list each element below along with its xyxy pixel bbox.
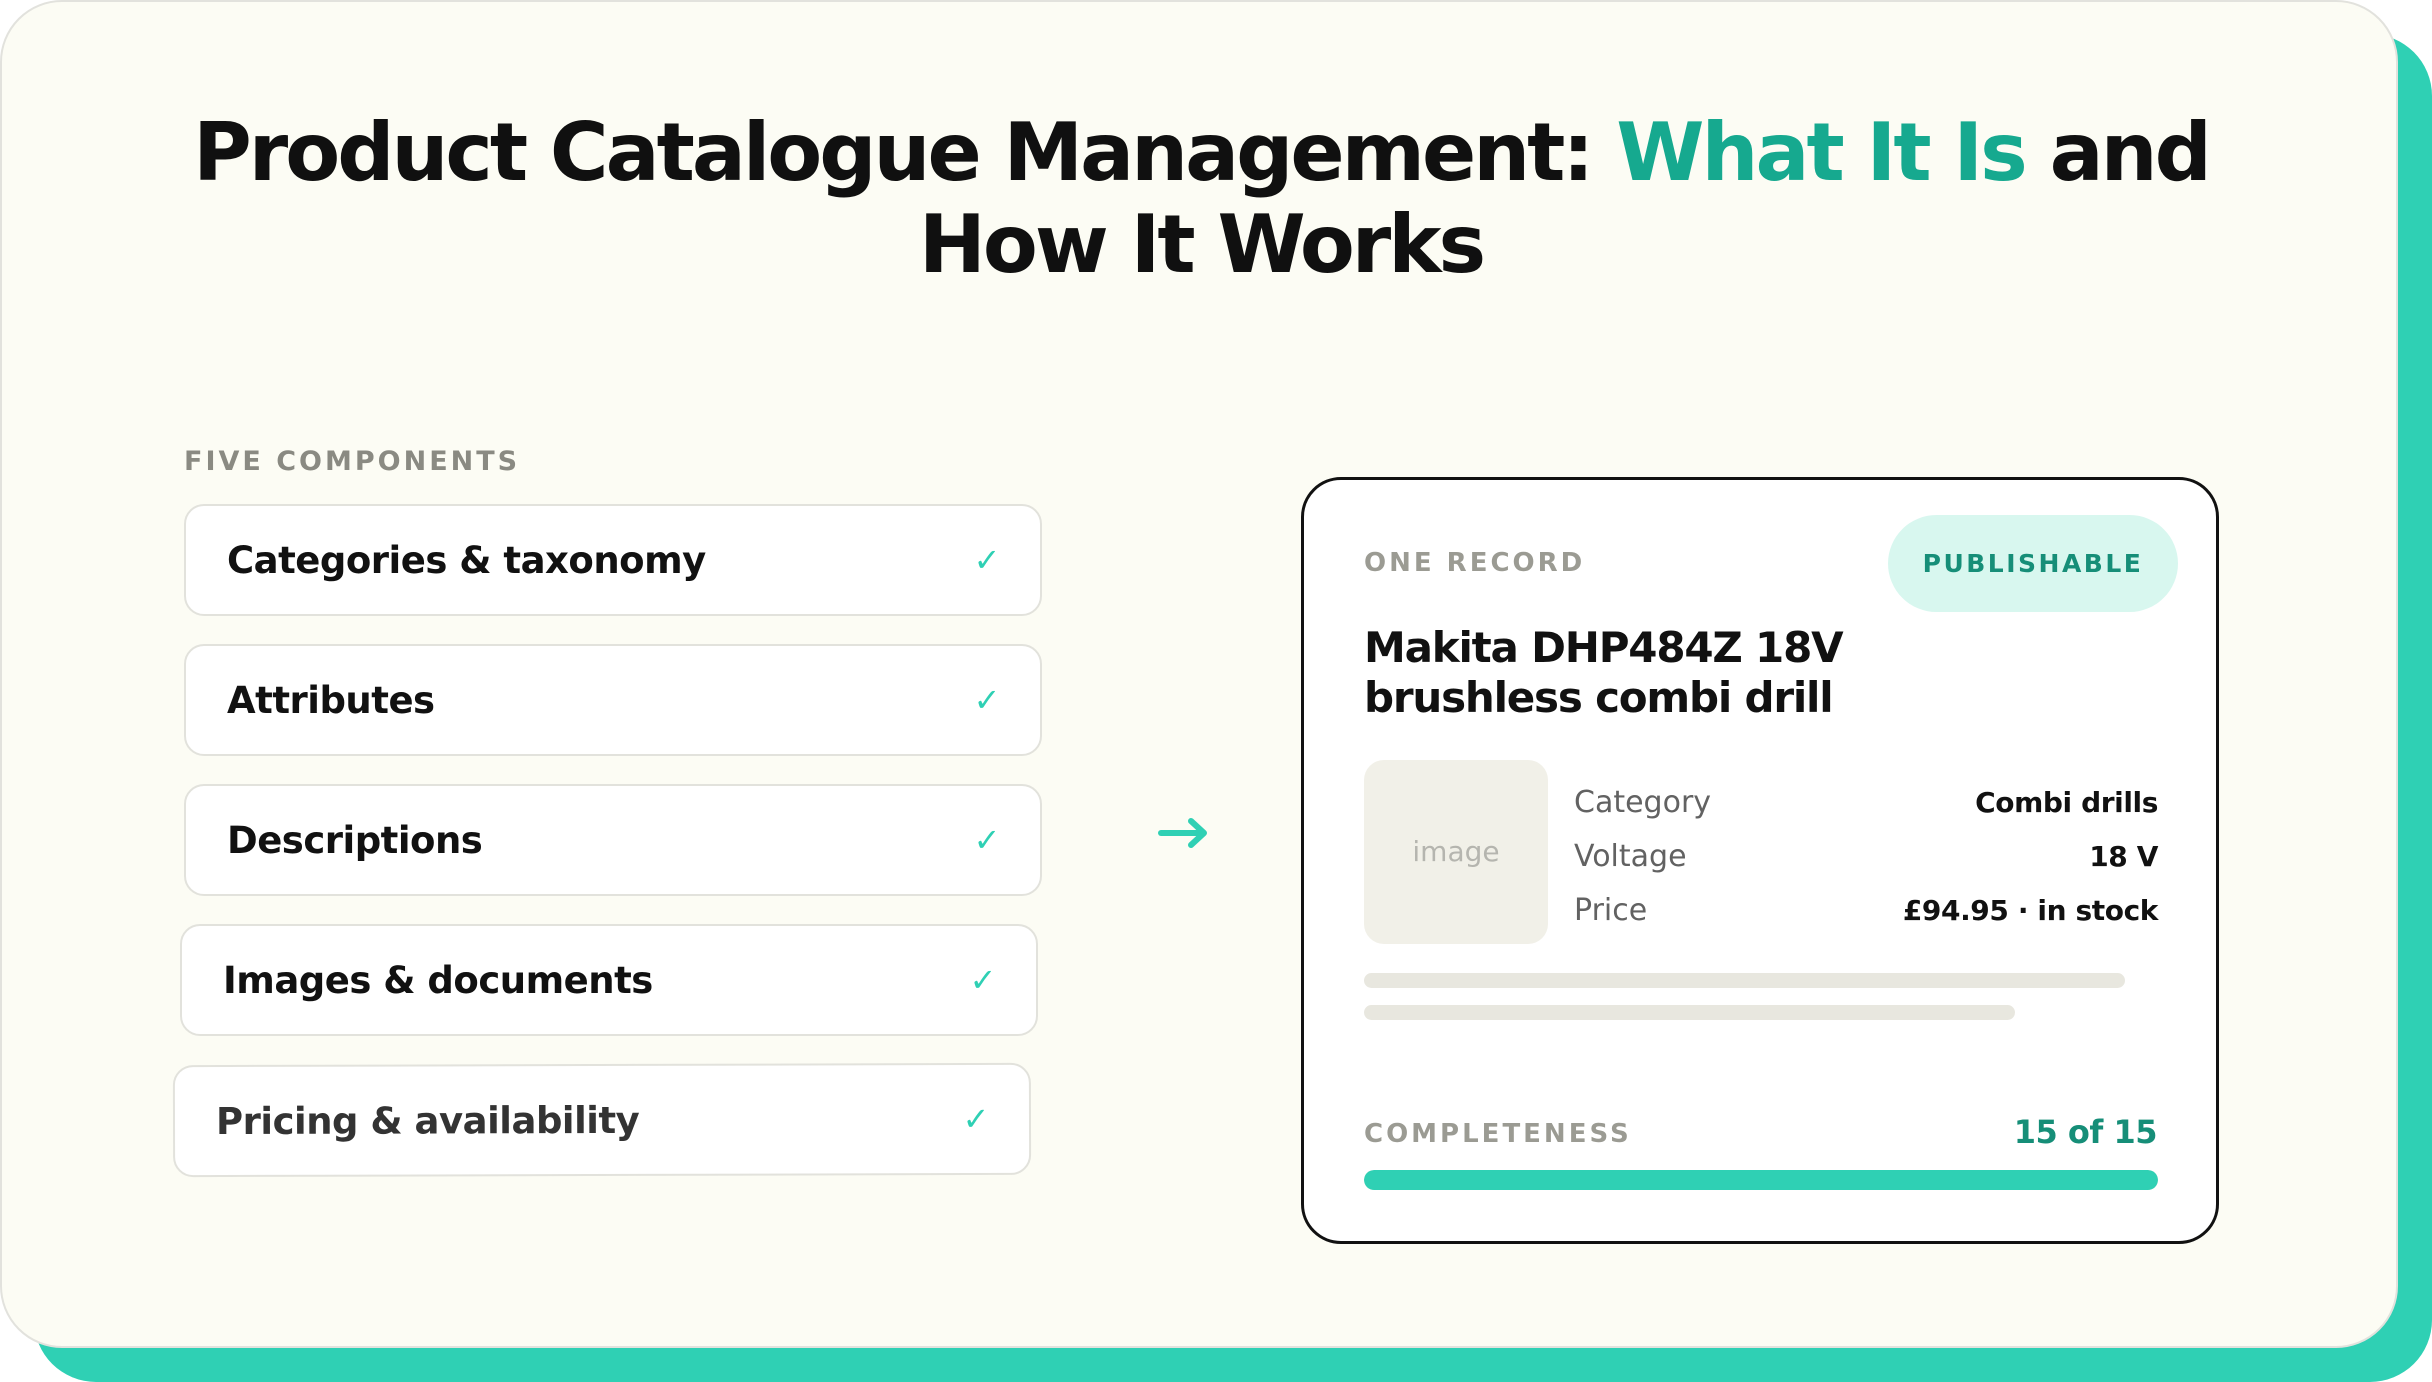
check-icon: ✓ — [969, 961, 997, 999]
component-label: Images & documents — [223, 958, 653, 1002]
product-image-placeholder: image — [1364, 760, 1548, 944]
attribute-row-voltage: Voltage 18 V — [1574, 830, 2158, 884]
completeness-progress-fill — [1364, 1170, 2158, 1190]
title-accent: What It Is — [1616, 106, 2028, 199]
right-arrow-icon — [1158, 818, 1207, 848]
record-label: ONE RECORD — [1364, 548, 1586, 578]
main-card: Product Catalogue Management: What It Is… — [0, 0, 2398, 1348]
component-label: Pricing & availability — [215, 1098, 640, 1143]
component-label: Categories & taxonomy — [227, 538, 706, 582]
attribute-row-price: Price £94.95 · in stock — [1574, 884, 2158, 938]
component-item-pricing-availability: Pricing & availability ✓ — [172, 1062, 1032, 1178]
component-label: Descriptions — [227, 818, 483, 862]
infographic-stage: Product Catalogue Management: What It Is… — [0, 0, 2432, 1382]
attribute-value: Combi drills — [1975, 786, 2158, 819]
description-placeholder-line — [1364, 1005, 2015, 1020]
check-icon: ✓ — [962, 1099, 990, 1139]
publishable-status-badge: PUBLISHABLE — [1888, 515, 2178, 612]
attribute-name: Voltage — [1574, 839, 1687, 874]
attribute-value: 18 V — [2089, 840, 2158, 873]
product-attributes: Category Combi drills Voltage 18 V Price… — [1574, 776, 2158, 938]
completeness-progress-track — [1364, 1170, 2158, 1190]
attribute-name: Category — [1574, 785, 1712, 820]
component-item-images-documents: Images & documents ✓ — [180, 924, 1038, 1036]
component-label: Attributes — [227, 678, 435, 722]
check-icon: ✓ — [973, 821, 1001, 859]
component-list: Categories & taxonomy ✓ Attributes ✓ Des… — [2, 2, 1102, 1302]
product-title: Makita DHP484Z 18V brushless combi drill — [1364, 623, 1844, 722]
component-item-categories-taxonomy: Categories & taxonomy ✓ — [184, 504, 1042, 616]
completeness-label: COMPLETENESS — [1364, 1119, 1632, 1149]
attribute-value: £94.95 · in stock — [1902, 894, 2159, 927]
attribute-row-category: Category Combi drills — [1574, 776, 2158, 830]
component-item-descriptions: Descriptions ✓ — [184, 784, 1042, 896]
attribute-name: Price — [1574, 893, 1648, 928]
product-record-card: ONE RECORD PUBLISHABLE Makita DHP484Z 18… — [1301, 477, 2219, 1244]
component-item-attributes: Attributes ✓ — [184, 644, 1042, 756]
description-placeholder-line — [1364, 973, 2125, 988]
completeness-value: 15 of 15 — [2013, 1113, 2158, 1151]
check-icon: ✓ — [973, 681, 1001, 719]
check-icon: ✓ — [973, 541, 1001, 579]
